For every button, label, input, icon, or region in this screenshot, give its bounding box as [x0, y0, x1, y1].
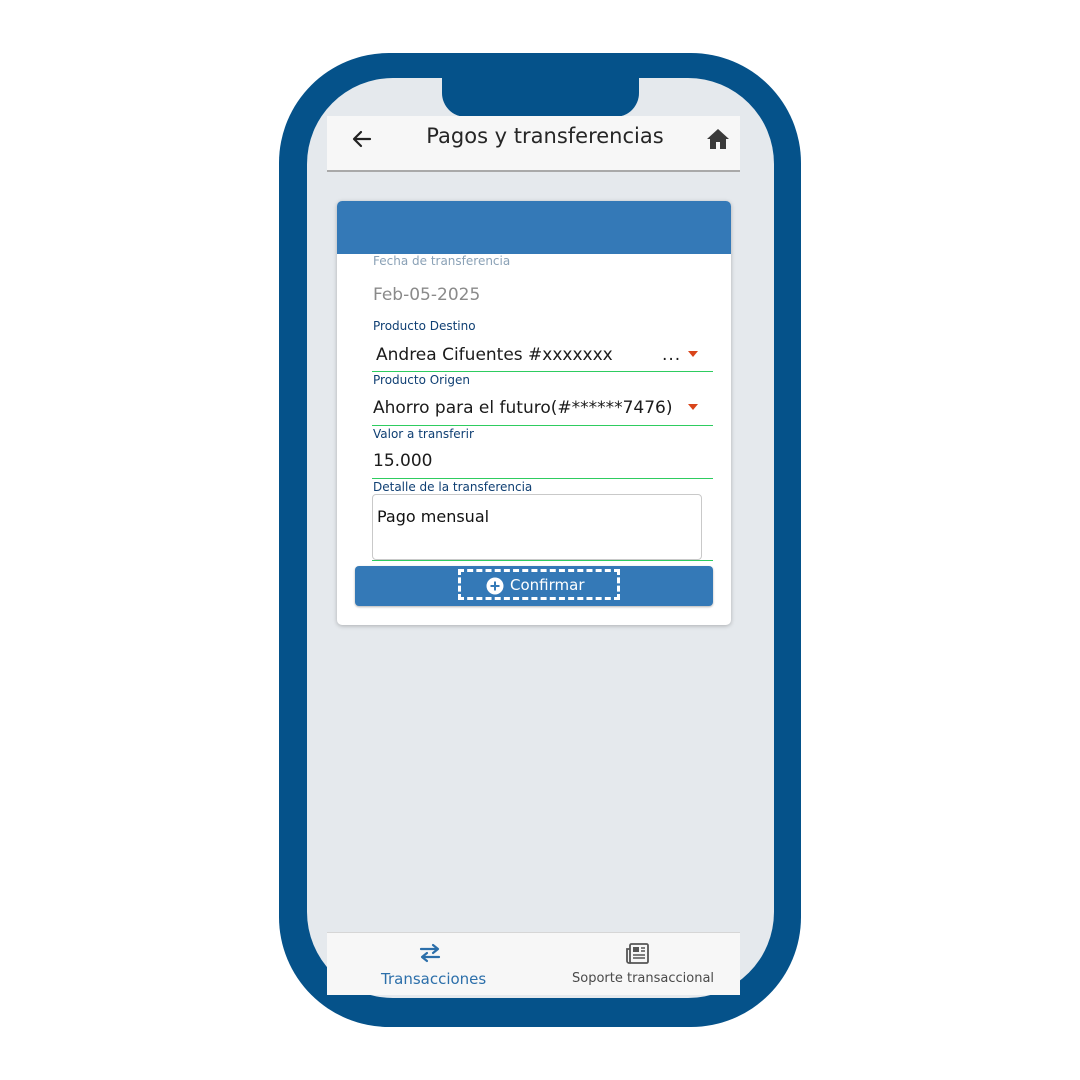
nav-label-transacciones: Transacciones — [381, 970, 487, 988]
page-title: Pagos y transferencias — [426, 124, 664, 148]
valor-underline — [372, 478, 713, 479]
back-button[interactable] — [349, 126, 375, 152]
detalle-textarea[interactable]: Pago mensual — [372, 494, 702, 560]
destino-underline — [372, 371, 713, 372]
destino-overflow: ... — [662, 345, 682, 365]
transfer-arrows-icon — [417, 941, 443, 965]
detalle-underline — [372, 560, 713, 561]
confirm-label: Confirmar — [510, 576, 585, 594]
fecha-label: Fecha de transferencia — [373, 254, 511, 268]
phone-notch — [442, 74, 639, 117]
origen-value: Ahorro para el futuro(#******7476) — [373, 398, 673, 418]
destino-label: Producto Destino — [373, 319, 476, 333]
home-button[interactable] — [705, 126, 731, 152]
newspaper-icon — [625, 942, 651, 966]
card-header-bar — [337, 201, 731, 254]
valor-label: Valor a transferir — [373, 427, 474, 441]
origen-label: Producto Origen — [373, 373, 471, 387]
plus-circle-icon — [486, 577, 504, 595]
origen-underline — [372, 425, 713, 426]
destino-value: Andrea Cifuentes #xxxxxxx — [376, 345, 613, 365]
home-icon — [707, 129, 729, 149]
nav-label-soporte: Soporte transaccional — [572, 971, 715, 986]
detalle-label: Detalle de la transferencia — [373, 480, 533, 494]
chevron-down-icon — [688, 404, 698, 410]
valor-input[interactable]: 15.000 — [373, 451, 432, 471]
arrow-left-icon — [352, 130, 372, 148]
fecha-value: Feb-05-2025 — [373, 285, 481, 305]
chevron-down-icon — [688, 351, 698, 357]
